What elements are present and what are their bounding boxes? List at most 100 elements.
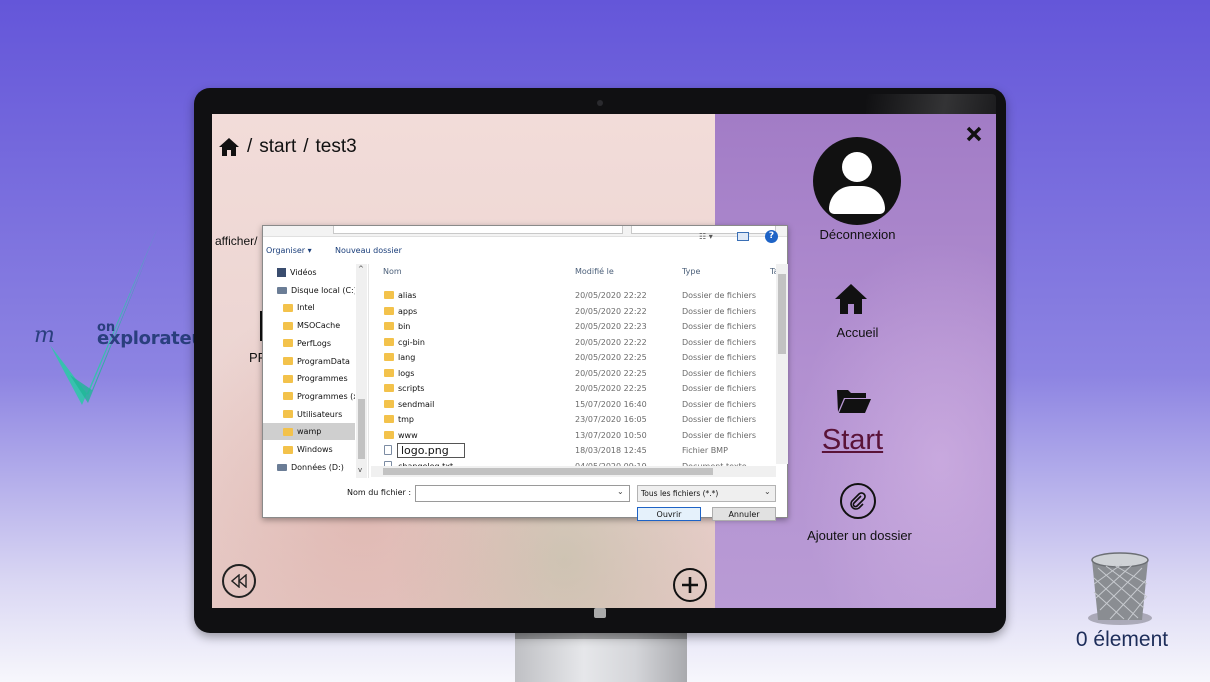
nav-scrollbar-thumb[interactable] [358, 399, 365, 459]
nav-item[interactable]: MSOCache [263, 317, 355, 334]
column-header-type[interactable]: Type [682, 267, 700, 276]
file-date: 15/07/2020 16:40 [575, 399, 647, 409]
folder-icon [384, 430, 394, 439]
home-link[interactable]: Accueil [810, 325, 905, 340]
trash-icon[interactable] [1084, 548, 1156, 626]
folder-icon [283, 303, 293, 312]
rename-input[interactable]: logo.png [397, 443, 465, 458]
avatar-body [829, 186, 885, 214]
file-row[interactable]: tmp 23/07/2020 16:05 Dossier de fichiers [373, 412, 773, 428]
nav-item-label: Disque local (C:) [291, 285, 355, 295]
home-icon[interactable] [833, 282, 869, 316]
file-name: lang [398, 353, 416, 362]
nav-item-label: Programmes [297, 374, 348, 384]
nav-item[interactable]: Intel [263, 299, 355, 316]
file-date: 20/05/2020 22:25 [575, 368, 647, 378]
open-button[interactable]: Ouvrir [637, 507, 701, 521]
column-header-name[interactable]: Nom [383, 267, 402, 276]
file-name: scripts [398, 384, 425, 393]
file-icon [384, 445, 392, 455]
nav-item[interactable]: Windows [263, 441, 355, 458]
file-row[interactable]: lang 20/05/2020 22:25 Dossier de fichiers [373, 350, 773, 366]
breadcrumb-separator: / [303, 136, 309, 157]
column-header-modified[interactable]: Modifié le [575, 267, 614, 276]
nav-item[interactable]: Données (D:) [263, 459, 355, 476]
folder-open-icon[interactable] [836, 386, 872, 414]
organize-menu[interactable]: Organiser ▾ [266, 246, 312, 255]
file-name: sendmail [398, 399, 435, 409]
back-button[interactable] [222, 564, 256, 598]
chevron-down-icon[interactable]: ⌄ [764, 487, 771, 496]
file-row[interactable]: cgi-bin 20/05/2020 22:22 Dossier de fichie… [373, 335, 773, 351]
nav-item[interactable]: wamp [263, 423, 355, 441]
file-name: www [398, 430, 418, 440]
checkmark-logo-icon [50, 227, 158, 405]
add-folder-label[interactable]: Ajouter un dossier [797, 528, 922, 543]
folder-icon [283, 392, 293, 401]
file-type: Dossier de fichiers [682, 415, 757, 424]
list-scrollbar[interactable] [776, 264, 788, 464]
file-row[interactable]: apps 20/05/2020 22:22 Dossier de fichiers [373, 304, 773, 320]
logout-link[interactable]: Déconnexion [810, 227, 905, 242]
list-hscrollbar-thumb[interactable] [383, 468, 713, 475]
file-row[interactable]: www 13/07/2020 10:50 Dossier de fichiers [373, 428, 773, 444]
help-icon[interactable]: ? [765, 230, 778, 243]
file-row[interactable]: sendmail 15/07/2020 16:40 Dossier de fichi… [373, 397, 773, 413]
filename-input[interactable] [415, 485, 630, 502]
scroll-down-icon[interactable]: v [358, 466, 362, 474]
file-type: Dossier de fichiers [682, 337, 757, 347]
rewind-icon [231, 574, 247, 588]
nav-item[interactable]: Programmes [263, 370, 355, 387]
preview-pane-icon[interactable] [737, 232, 749, 241]
nav-item[interactable]: Programmes (x [263, 388, 355, 405]
view-options-icon[interactable]: ☷ ▾ [699, 232, 713, 241]
file-name: tmp [398, 415, 415, 424]
filetype-select[interactable]: Tous les fichiers (*.*) [637, 485, 776, 502]
folder-icon [384, 322, 394, 330]
file-date: 20/05/2020 22:22 [575, 306, 647, 316]
nav-item[interactable]: PerfLogs [263, 335, 355, 352]
file-name: alias [398, 291, 417, 300]
folder-icon [283, 427, 293, 436]
navigation-pane: Vidéos Disque local (C:) Intel MSOCache Perf… [263, 264, 369, 478]
file-row[interactable]: scripts 20/05/2020 22:25 Dossier de fichie… [373, 381, 773, 397]
nav-item[interactable]: ProgramData [263, 353, 355, 370]
list-horizontal-scrollbar[interactable] [371, 466, 776, 477]
home-icon[interactable] [218, 137, 240, 157]
folder-icon [283, 374, 293, 383]
app-logo: m on explorateur [30, 225, 213, 410]
list-scrollbar-thumb[interactable] [778, 274, 786, 354]
file-row[interactable]: logs 20/05/2020 22:25 Dossier de fichiers [373, 366, 773, 382]
folder-icon [384, 384, 394, 392]
add-folder-button[interactable] [840, 483, 876, 519]
nav-item[interactable]: Utilisateurs [263, 406, 355, 423]
nav-item-label: Vidéos [290, 268, 317, 277]
cancel-button[interactable]: Annuler [712, 507, 776, 521]
nav-item[interactable]: Vidéos [263, 264, 355, 281]
start-link[interactable]: Start [810, 424, 895, 457]
address-bar[interactable] [333, 226, 623, 234]
user-avatar-icon[interactable] [813, 137, 901, 225]
chevron-down-icon[interactable]: ⌄ [617, 487, 624, 496]
add-button[interactable] [673, 568, 707, 602]
file-date: 13/07/2020 10:50 [575, 430, 647, 440]
new-folder-button[interactable]: Nouveau dossier [335, 246, 402, 255]
file-row[interactable]: bin 20/05/2020 22:23 Dossier de fichiers [373, 319, 773, 335]
breadcrumb-item-test3[interactable]: test3 [316, 136, 357, 158]
scroll-up-icon[interactable]: ^ [358, 265, 364, 273]
folder-icon [384, 291, 394, 299]
breadcrumb-item-start[interactable]: start [259, 136, 296, 158]
nav-item-label: ProgramData [297, 356, 350, 366]
breadcrumb-separator: / [247, 136, 253, 157]
nav-item-label: wamp [297, 427, 322, 437]
file-name: bin [398, 322, 411, 331]
nav-scrollbar[interactable] [356, 264, 367, 478]
camera-icon [597, 100, 603, 106]
file-row[interactable]: alias 20/05/2020 22:22 Dossier de fichiers [373, 288, 773, 304]
close-button[interactable] [962, 122, 986, 146]
file-name: cgi-bin [398, 337, 425, 347]
folder-icon [283, 339, 293, 348]
nav-item[interactable]: Disque local (C:) [263, 282, 355, 299]
trash-count-label: 0 élement [1075, 628, 1169, 651]
file-row[interactable]: logo.png 18/03/2018 12:45 Fichier BMP [373, 443, 773, 459]
